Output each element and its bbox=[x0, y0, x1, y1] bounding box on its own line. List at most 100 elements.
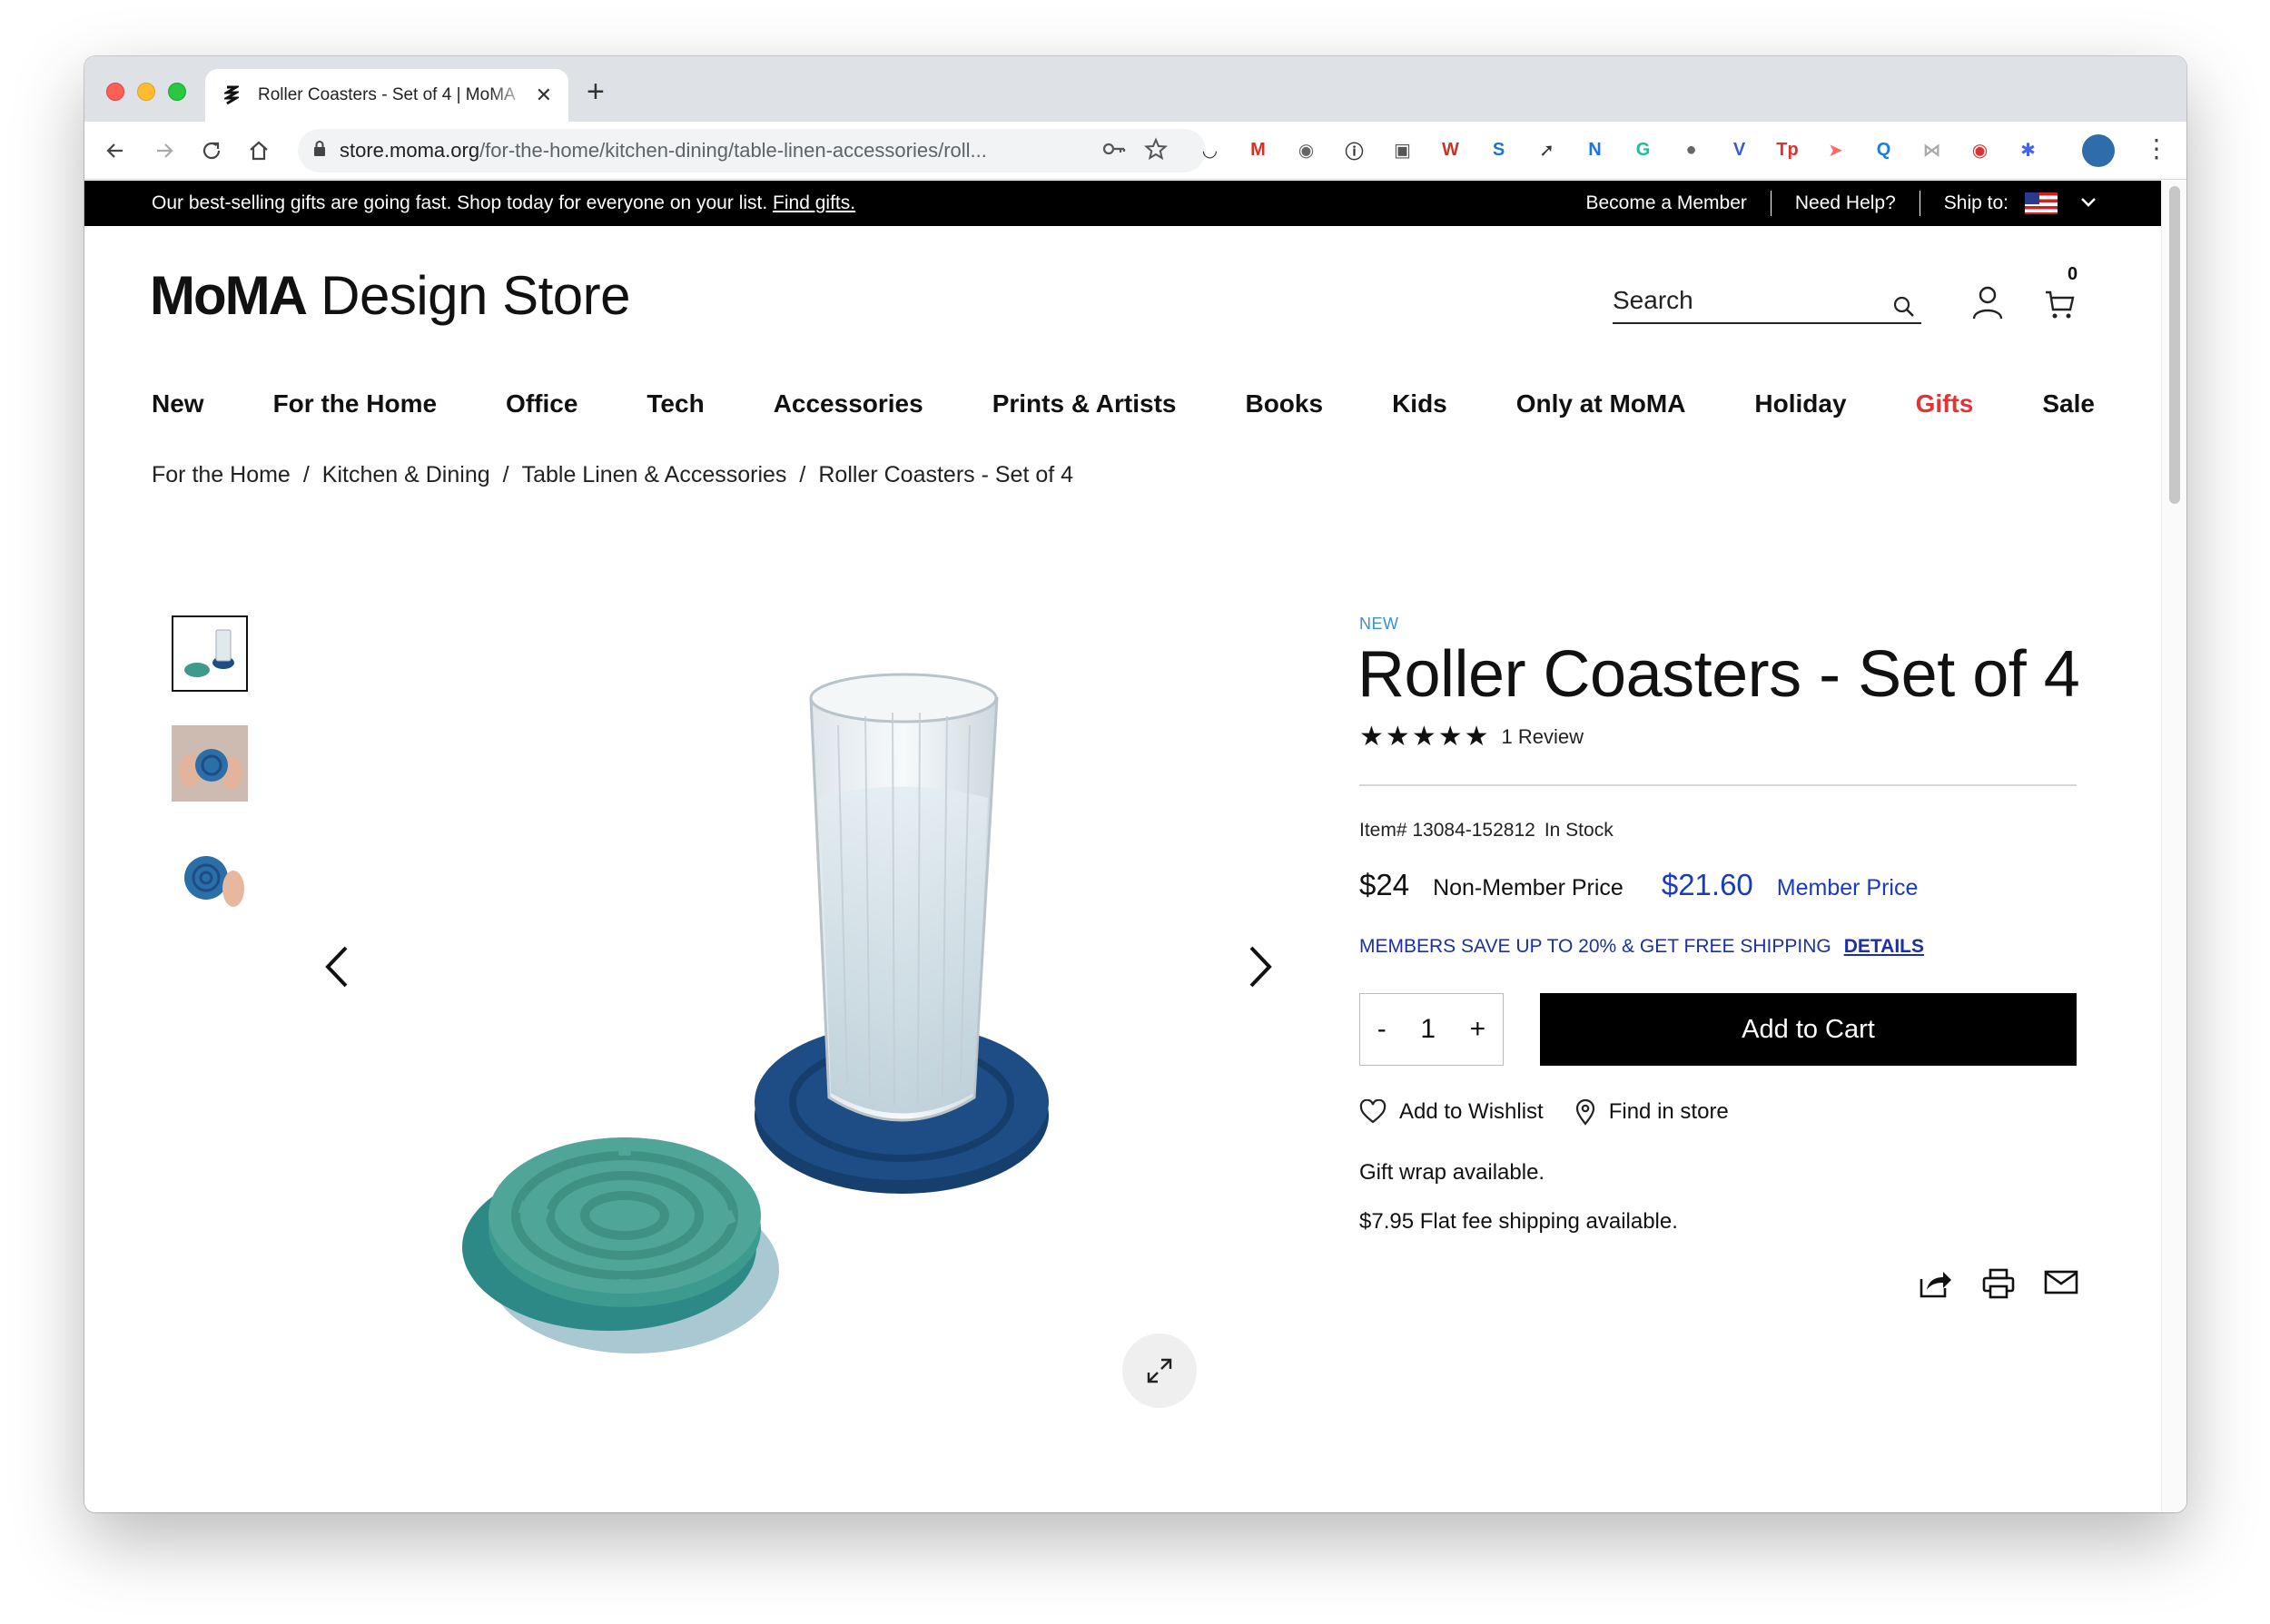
nav-accessories[interactable]: Accessories bbox=[774, 389, 923, 418]
item-number: Item# 13084-152812 bbox=[1359, 820, 1535, 841]
address-bar[interactable]: store.moma.org/for-the-home/kitchen-dini… bbox=[298, 129, 1206, 172]
browser-menu-icon[interactable]: ⋮ bbox=[2144, 136, 2169, 162]
search-box bbox=[1613, 282, 1921, 324]
record-icon[interactable]: ◉ bbox=[1964, 134, 1996, 166]
details-link[interactable]: DETAILS bbox=[1844, 936, 1924, 957]
puzzle-icon[interactable]: ✱ bbox=[2012, 134, 2044, 166]
thumbnail-2[interactable] bbox=[172, 725, 248, 802]
nav-sale[interactable]: Sale bbox=[2042, 389, 2095, 418]
account-icon[interactable] bbox=[1971, 284, 2004, 325]
back-icon[interactable] bbox=[101, 136, 130, 165]
nav-books[interactable]: Books bbox=[1245, 389, 1323, 418]
expand-icon bbox=[1147, 1358, 1172, 1383]
close-window-button[interactable] bbox=[106, 83, 124, 101]
search-input[interactable] bbox=[1613, 282, 1876, 315]
promo-bar: Our best-selling gifts are going fast. S… bbox=[84, 181, 2161, 226]
product-image[interactable] bbox=[411, 589, 1319, 1452]
review-count-link[interactable]: 1 Review bbox=[1502, 725, 1584, 749]
cart-icon[interactable] bbox=[2044, 290, 2077, 325]
member-price-label: Member Price bbox=[1776, 875, 1919, 901]
pocket-icon[interactable]: ◡ bbox=[1194, 134, 1226, 166]
find-gifts-link[interactable]: Find gifts. bbox=[773, 192, 855, 213]
nav-for-the-home[interactable]: For the Home bbox=[273, 389, 437, 418]
key-icon[interactable] bbox=[1102, 140, 1126, 162]
breadcrumb-kitchen-dining[interactable]: Kitchen & Dining bbox=[322, 462, 490, 487]
chevron-down-icon[interactable] bbox=[2079, 192, 2097, 214]
star-icon: ★ bbox=[1359, 722, 1384, 752]
nav-holiday[interactable]: Holiday bbox=[1754, 389, 1846, 418]
new-badge-icon[interactable]: N bbox=[1579, 134, 1611, 166]
screenshot-icon[interactable]: ▣ bbox=[1387, 134, 1418, 166]
expand-image-button[interactable] bbox=[1122, 1334, 1197, 1408]
breadcrumb-table-linen[interactable]: Table Linen & Accessories bbox=[522, 462, 787, 487]
nav-kids[interactable]: Kids bbox=[1392, 389, 1447, 418]
us-flag-icon[interactable] bbox=[2025, 192, 2058, 214]
w-icon[interactable]: W bbox=[1435, 134, 1466, 166]
nav-office[interactable]: Office bbox=[506, 389, 577, 418]
new-tab-button[interactable]: + bbox=[587, 76, 605, 107]
new-badge: NEW bbox=[1359, 615, 1399, 633]
nav-tech[interactable]: Tech bbox=[646, 389, 704, 418]
nav-gifts[interactable]: Gifts bbox=[1916, 389, 1974, 418]
web-page: Our best-selling gifts are going fast. S… bbox=[84, 181, 2161, 1512]
bookmark-star-icon[interactable] bbox=[1143, 136, 1169, 165]
rating-stars[interactable]: ★ ★ ★ ★ ★ 1 Review bbox=[1359, 723, 1584, 751]
product-title: Roller Coasters - Set of 4 bbox=[1357, 638, 2080, 711]
need-help-link[interactable]: Need Help? bbox=[1795, 192, 1896, 214]
q-icon[interactable]: Q bbox=[1868, 134, 1900, 166]
breadcrumb-current: Roller Coasters - Set of 4 bbox=[818, 462, 1074, 487]
minimize-window-button[interactable] bbox=[137, 83, 155, 101]
heart-icon bbox=[1359, 1099, 1387, 1124]
qty-increase-button[interactable]: + bbox=[1470, 1014, 1486, 1045]
s-icon[interactable]: S bbox=[1483, 134, 1515, 166]
email-icon[interactable] bbox=[2044, 1268, 2078, 1304]
butterfly-icon[interactable]: ⋈ bbox=[1916, 134, 1948, 166]
browser-toolbar: store.moma.org/for-the-home/kitchen-dini… bbox=[84, 122, 2186, 180]
find-in-store-button[interactable]: Find in store bbox=[1574, 1098, 1729, 1126]
home-icon[interactable] bbox=[244, 136, 273, 165]
add-to-wishlist-button[interactable]: Add to Wishlist bbox=[1359, 1099, 1544, 1125]
grammarly-icon[interactable]: G bbox=[1627, 134, 1659, 166]
breadcrumb-separator: / bbox=[502, 462, 509, 487]
cart-count: 0 bbox=[2068, 264, 2078, 284]
browser-tab[interactable]: Roller Coasters - Set of 4 | MoMA ✕ bbox=[205, 69, 568, 122]
rocket-icon[interactable]: ➚ bbox=[1531, 134, 1563, 166]
circle-icon[interactable]: ● bbox=[1675, 134, 1707, 166]
profile-avatar[interactable] bbox=[2082, 134, 2115, 167]
maximize-window-button[interactable] bbox=[168, 83, 186, 101]
nav-new[interactable]: New bbox=[152, 389, 204, 418]
thumbnail-3[interactable] bbox=[172, 842, 248, 918]
lock-icon bbox=[312, 140, 327, 162]
share-actions bbox=[1919, 1268, 2078, 1304]
search-icon[interactable] bbox=[1892, 295, 1916, 323]
moma-logo[interactable]: MoMA Design Store bbox=[150, 264, 630, 327]
share-icon[interactable] bbox=[1919, 1268, 1953, 1304]
breadcrumb-for-the-home[interactable]: For the Home bbox=[152, 462, 291, 487]
carousel-prev-arrow-icon[interactable] bbox=[323, 945, 350, 989]
qty-value[interactable]: 1 bbox=[1420, 1014, 1436, 1045]
scrollbar-thumb[interactable] bbox=[2169, 186, 2180, 504]
star-icon: ★ bbox=[1411, 722, 1436, 752]
star-icon: ★ bbox=[1437, 722, 1463, 752]
gmail-icon[interactable]: M bbox=[1242, 134, 1274, 166]
onepassword-icon[interactable]: ⓘ bbox=[1338, 134, 1370, 166]
url-host: store.moma.org bbox=[340, 139, 480, 162]
nav-only-at-moma[interactable]: Only at MoMA bbox=[1516, 389, 1686, 418]
close-tab-icon[interactable]: ✕ bbox=[536, 84, 552, 107]
nav-prints-artists[interactable]: Prints & Artists bbox=[992, 389, 1177, 418]
divider bbox=[1359, 784, 2077, 786]
page-scrollbar[interactable] bbox=[2161, 181, 2186, 1512]
print-icon[interactable] bbox=[1982, 1268, 2015, 1304]
tp-icon[interactable]: Tp bbox=[1772, 134, 1803, 166]
non-member-label: Non-Member Price bbox=[1433, 875, 1624, 901]
arrow-ext-icon[interactable]: ➤ bbox=[1820, 134, 1851, 166]
thumbnail-1[interactable] bbox=[172, 615, 248, 692]
qty-decrease-button[interactable]: - bbox=[1377, 1014, 1387, 1045]
v-icon[interactable]: V bbox=[1723, 134, 1755, 166]
camera-icon[interactable]: ◉ bbox=[1290, 134, 1322, 166]
reload-icon[interactable] bbox=[197, 136, 226, 165]
add-to-cart-button[interactable]: Add to Cart bbox=[1540, 993, 2077, 1066]
become-member-link[interactable]: Become a Member bbox=[1585, 192, 1746, 214]
forward-icon[interactable] bbox=[150, 136, 179, 165]
breadcrumb-separator: / bbox=[799, 462, 806, 487]
